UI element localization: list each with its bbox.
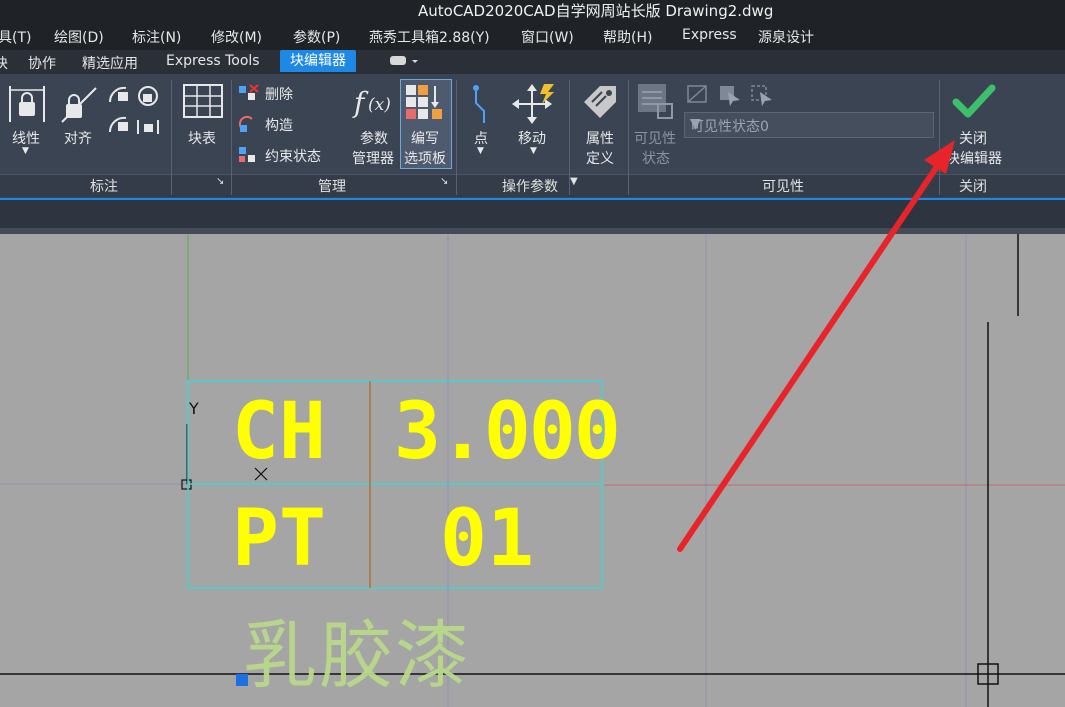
annotation-arrow xyxy=(677,140,955,552)
